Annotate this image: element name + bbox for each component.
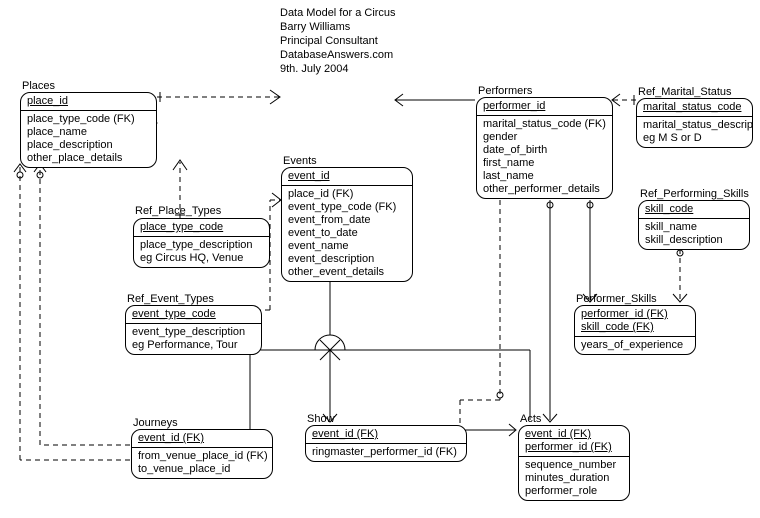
header-line: DatabaseAnswers.com <box>280 48 396 62</box>
entity-performers: performer_id marital_status_code (FK)gen… <box>476 97 613 199</box>
attrs: marital_status_code (FK)genderdate_of_bi… <box>477 116 612 198</box>
pk-row: event_id (FK) <box>525 428 623 441</box>
entity-title-ref-performing-skills: Ref_Performing_Skills <box>640 188 749 200</box>
pk-row: performer_id (FK) <box>525 441 623 454</box>
pk: event_id (FK) <box>138 432 266 445</box>
attr-row: event_from_date <box>288 214 406 227</box>
attrs: place_id (FK)event_type_code (FK)event_f… <box>282 186 412 281</box>
attr-row: event_to_date <box>288 227 406 240</box>
attr-row: other_performer_details <box>483 183 606 196</box>
attr-row: gender <box>483 131 606 144</box>
entity-performer-skills: performer_id (FK)skill_code (FK) years_o… <box>574 305 696 355</box>
attr-row: skill_description <box>645 234 743 247</box>
attr-row: last_name <box>483 170 606 183</box>
pk: event_type_code <box>132 308 255 321</box>
pk: place_type_code <box>140 221 263 234</box>
attr-row: marital_status_code (FK) <box>483 118 606 131</box>
attr-row: from_venue_place_id (FK) <box>138 450 266 463</box>
attr-row: place_name <box>27 126 150 139</box>
attrs: years_of_experience <box>575 337 695 354</box>
attr-row: other_event_details <box>288 266 406 279</box>
pk-list: event_id (FK)performer_id (FK) <box>519 426 629 457</box>
attr-row: place_type_code (FK) <box>27 113 150 126</box>
entity-title-ref-marital-status: Ref_Marital_Status <box>638 86 732 98</box>
attr-row: skill_name <box>645 221 743 234</box>
pk-row: performer_id (FK) <box>581 308 689 321</box>
entity-places: place_id place_type_code (FK)place_namep… <box>20 92 157 168</box>
attr-row: sequence_number <box>525 459 623 472</box>
attr-row: performer_role <box>525 485 623 498</box>
entity-ref-performing-skills: skill_code skill_nameskill_description <box>638 200 750 250</box>
attr-row: to_venue_place_id <box>138 463 266 476</box>
attr-row: other_place_details <box>27 152 150 165</box>
attrs: event_type_descriptioneg Performance, To… <box>126 324 261 354</box>
entity-title-performer-skills: Performer_Skills <box>576 293 657 305</box>
entity-title-show: Show <box>307 413 335 425</box>
attr-row: eg Performance, Tour <box>132 339 255 352</box>
entity-title-ref-place-types: Ref_Place_Types <box>135 205 221 217</box>
attrs: from_venue_place_id (FK)to_venue_place_i… <box>132 448 272 478</box>
attrs: sequence_numberminutes_durationperformer… <box>519 457 629 500</box>
diagram-header: Data Model for a Circus Barry Williams P… <box>280 6 396 76</box>
pk: skill_code <box>645 203 743 216</box>
header-line: Data Model for a Circus <box>280 6 396 20</box>
entity-events: event_id place_id (FK)event_type_code (F… <box>281 167 413 282</box>
entity-title-journeys: Journeys <box>133 417 178 429</box>
attr-row: minutes_duration <box>525 472 623 485</box>
pk: performer_id <box>483 100 606 113</box>
attr-row: event_type_code (FK) <box>288 201 406 214</box>
attr-row: place_type_description <box>140 239 263 252</box>
entity-acts: event_id (FK)performer_id (FK) sequence_… <box>518 425 630 501</box>
attr-row: event_name <box>288 240 406 253</box>
pk: event_id (FK) <box>312 428 460 441</box>
entity-journeys: event_id (FK) from_venue_place_id (FK)to… <box>131 429 273 479</box>
attr-row: event_type_description <box>132 326 255 339</box>
attrs: place_type_code (FK)place_nameplace_desc… <box>21 111 156 167</box>
entity-ref-marital-status: marital_status_code marital_status_descr… <box>636 98 753 148</box>
attr-row: place_description <box>27 139 150 152</box>
entity-title-acts: Acts <box>520 413 541 425</box>
attr-row: first_name <box>483 157 606 170</box>
attr-row: place_id (FK) <box>288 188 406 201</box>
entity-title-ref-event-types: Ref_Event_Types <box>127 293 214 305</box>
attrs: skill_nameskill_description <box>639 219 749 249</box>
pk-row: skill_code (FK) <box>581 321 689 334</box>
attrs: ringmaster_performer_id (FK) <box>306 444 466 461</box>
header-line: Barry Williams <box>280 20 396 34</box>
attr-row: marital_status_description <box>643 119 746 132</box>
entity-title-places: Places <box>22 80 55 92</box>
attrs: place_type_descriptioneg Circus HQ, Venu… <box>134 237 269 267</box>
attr-row: eg M S or D <box>643 132 746 145</box>
attr-row: event_description <box>288 253 406 266</box>
header-line: Principal Consultant <box>280 34 396 48</box>
attr-row: eg Circus HQ, Venue <box>140 252 263 265</box>
pk: place_id <box>27 95 150 108</box>
attr-row: ringmaster_performer_id (FK) <box>312 446 460 459</box>
entity-ref-event-types: event_type_code event_type_descriptioneg… <box>125 305 262 355</box>
attrs: marital_status_descriptioneg M S or D <box>637 117 752 147</box>
entity-title-performers: Performers <box>478 85 532 97</box>
pk: event_id <box>288 170 406 183</box>
entity-title-events: Events <box>283 155 317 167</box>
entity-show: event_id (FK) ringmaster_performer_id (F… <box>305 425 467 462</box>
attr-row: years_of_experience <box>581 339 689 352</box>
header-line: 9th. July 2004 <box>280 62 396 76</box>
attr-row: date_of_birth <box>483 144 606 157</box>
pk: marital_status_code <box>643 101 746 114</box>
entity-ref-place-types: place_type_code place_type_descriptioneg… <box>133 218 270 268</box>
pk-list: performer_id (FK)skill_code (FK) <box>575 306 695 337</box>
